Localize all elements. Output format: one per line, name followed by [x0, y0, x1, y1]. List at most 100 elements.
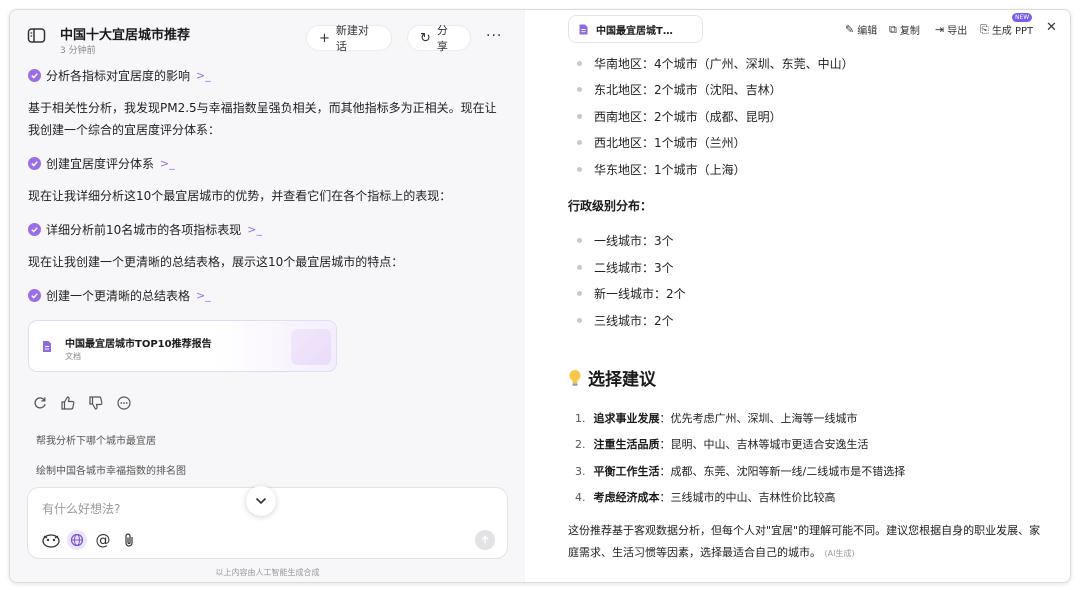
- new-badge: NEW: [1012, 13, 1033, 22]
- item-number: 1.: [575, 412, 586, 425]
- section-heading: 选择建议: [568, 365, 656, 390]
- thumbs-down-icon[interactable]: [88, 395, 104, 411]
- check-icon: [28, 157, 41, 170]
- message-paragraph: 基于相关性分析，我发现PM2.5与幸福指数呈强负相关，而其他指标多为正相关。现在…: [28, 101, 497, 137]
- step-label: 创建一个更清晰的总结表格: [46, 289, 191, 303]
- copy-icon: ⧉: [889, 22, 897, 36]
- more-options-button[interactable]: ···: [486, 28, 502, 44]
- export-button[interactable]: ⇥ 导出: [935, 22, 967, 37]
- suggestion-item: 1. 追求事业发展：优先考虑广州、深圳、上海等一线城市: [575, 410, 858, 426]
- share-icon: ↻: [420, 30, 431, 46]
- item-keyword: 平衡工作生活: [593, 465, 660, 478]
- conversation-title: 中国十大宜居城市推荐: [60, 28, 191, 43]
- terminal-icon: >_: [160, 157, 175, 170]
- attachment-icon[interactable]: [119, 530, 139, 550]
- document-card[interactable]: 中国最宜居城市TOP10推荐报告 文档: [28, 320, 337, 372]
- generate-ppt-label: 生成 PPT: [991, 26, 1034, 37]
- document-icon: [579, 24, 588, 34]
- step-item[interactable]: 创建宜居度评分体系 >_: [28, 155, 175, 172]
- document-card-type: 文档: [65, 352, 81, 361]
- terminal-icon: >_: [196, 69, 211, 82]
- step-label: 创建宜居度评分体系: [46, 157, 155, 171]
- scroll-down-button[interactable]: [246, 486, 276, 516]
- step-item[interactable]: 详细分析前10名城市的各项指标表现 >_: [28, 221, 262, 238]
- item-text: ：昆明、中山、吉林等城市更适合安逸生活: [659, 438, 869, 451]
- item-keyword: 考虑经济成本: [593, 491, 660, 504]
- list-item: 华南地区：4个城市（广州、深圳、东莞、中山）: [577, 55, 854, 72]
- chat-panel: 中国十大宜居城市推荐 3 分钟前 + 新建对话 ↻ 分享 ··· 分析各指标对宜…: [10, 10, 525, 582]
- new-chat-label: 新建对话: [335, 24, 369, 53]
- terminal-icon: >_: [247, 223, 262, 236]
- arrow-up-icon: [481, 535, 489, 544]
- app-window: 中国十大宜居城市推荐 3 分钟前 + 新建对话 ↻ 分享 ··· 分析各指标对宜…: [9, 9, 1071, 583]
- step-item[interactable]: 分析各指标对宜居度的影响 >_: [28, 67, 211, 84]
- item-number: 4.: [575, 491, 586, 504]
- thumbs-up-icon[interactable]: [60, 395, 76, 411]
- globe-icon[interactable]: [67, 530, 87, 550]
- document-card-title: 中国最宜居城市TOP10推荐报告: [65, 339, 212, 350]
- share-button[interactable]: ↻ 分享: [407, 24, 471, 53]
- list-item: 三线城市：2个: [577, 312, 674, 329]
- step-item[interactable]: 创建一个更清晰的总结表格 >_: [28, 287, 211, 304]
- document-tab[interactable]: 中国最宜居城T…: [568, 15, 703, 43]
- check-icon: [28, 223, 41, 236]
- suggestion-item: 3. 平衡工作生活：成都、东莞、沈阳等新一线/二线城市是不错选择: [575, 463, 905, 479]
- copy-label: 复制: [899, 26, 920, 37]
- ppt-icon: ⎘: [980, 22, 989, 36]
- mention-icon[interactable]: @: [93, 530, 113, 550]
- share-label: 分享: [436, 24, 448, 53]
- step-label: 分析各指标对宜居度的影响: [46, 69, 191, 83]
- section-title: 选择建议: [588, 370, 656, 390]
- item-keyword: 追求事业发展: [593, 412, 660, 425]
- list-item: 新一线城市：2个: [577, 285, 686, 302]
- chat-input[interactable]: [42, 502, 392, 516]
- list-item: 华东地区：1个城市（上海）: [577, 161, 746, 178]
- document-tab-title: 中国最宜居城T…: [596, 25, 673, 37]
- item-text: ：成都、东莞、沈阳等新一线/二线城市是不错选择: [659, 465, 906, 478]
- terminal-icon: >_: [196, 289, 211, 302]
- item-text: ：三线城市的中山、吉林性价比较高: [659, 491, 836, 504]
- sidebar-toggle-icon[interactable]: [27, 27, 47, 45]
- suggested-prompt[interactable]: 帮我分析下哪个城市最宜居: [36, 432, 156, 447]
- input-tools: @: [41, 530, 139, 550]
- new-chat-button[interactable]: + 新建对话: [306, 24, 392, 53]
- message-paragraph: 现在让我详细分析这10个最宜居城市的优势，并查看它们在各个指标上的表现：: [28, 189, 452, 203]
- item-keyword: 注重生活品质: [593, 438, 660, 451]
- send-button[interactable]: [475, 530, 495, 550]
- item-number: 2.: [575, 438, 586, 451]
- message-actions: [32, 395, 132, 411]
- list-item: 东北地区：2个城市（沈阳、吉林）: [577, 81, 782, 98]
- list-item: 西北地区：1个城市（兰州）: [577, 134, 746, 151]
- step-label: 详细分析前10名城市的各项指标表现: [46, 223, 242, 237]
- copy-button[interactable]: ⧉ 复制: [889, 22, 920, 38]
- closing-paragraph: 这份推荐基于客观数据分析，但每个人对"宜居"的理解可能不同。建议您根据自身的职业…: [568, 520, 1048, 565]
- document-thumbnail: [291, 329, 331, 365]
- pencil-icon: ✎: [845, 23, 855, 36]
- ai-disclaimer: 以上内容由人工智能生成合成: [215, 568, 320, 577]
- mascot-icon[interactable]: [41, 530, 61, 550]
- message-paragraph: 现在让我创建一个更清晰的总结表格，展示这10个最宜居城市的特点：: [28, 255, 404, 269]
- document-panel: 中国最宜居城T… ✎ 编辑 ⧉ 复制 ⇥ 导出 ⎘ 生成 PPT NEW ✕ 华…: [525, 10, 1070, 582]
- more-icon[interactable]: [116, 395, 132, 411]
- edit-label: 编辑: [857, 26, 878, 37]
- lightbulb-icon: [569, 369, 581, 386]
- item-text: ：优先考虑广州、深圳、上海等一线城市: [659, 412, 858, 425]
- admin-level-heading: 行政级别分布：: [568, 199, 653, 213]
- ai-generated-tag: (AI生成): [824, 549, 855, 558]
- check-icon: [28, 289, 41, 302]
- generate-ppt-button[interactable]: ⎘ 生成 PPT: [980, 22, 1034, 38]
- close-icon[interactable]: ✕: [1046, 20, 1057, 35]
- export-label: 导出: [947, 26, 968, 37]
- edit-button[interactable]: ✎ 编辑: [845, 22, 877, 37]
- chevron-down-icon: [255, 497, 267, 505]
- suggestion-item: 4. 考虑经济成本：三线城市的中山、吉林性价比较高: [575, 489, 836, 505]
- closing-text: 这份推荐基于客观数据分析，但每个人对"宜居"的理解可能不同。建议您根据自身的职业…: [568, 524, 1041, 559]
- check-icon: [28, 69, 41, 82]
- suggestion-item: 2. 注重生活品质：昆明、中山、吉林等城市更适合安逸生活: [575, 436, 869, 452]
- plus-icon: +: [319, 30, 330, 46]
- regenerate-icon[interactable]: [32, 395, 48, 411]
- suggested-prompt[interactable]: 绘制中国各城市幸福指数的排名图: [36, 462, 186, 477]
- conversation-timestamp: 3 分钟前: [60, 46, 96, 56]
- list-item: 二线城市：3个: [577, 259, 674, 276]
- export-icon: ⇥: [935, 23, 945, 36]
